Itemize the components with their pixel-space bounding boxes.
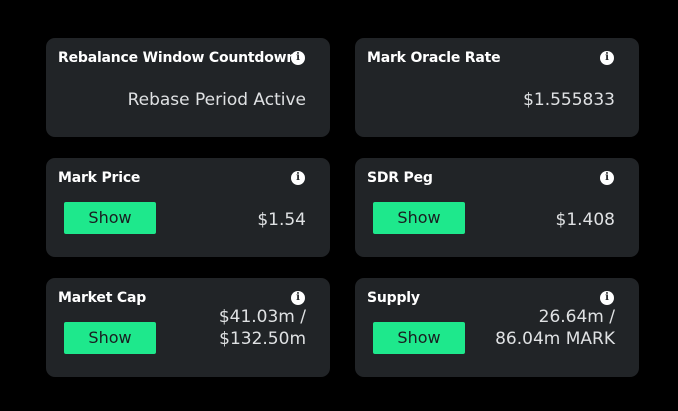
- info-icon[interactable]: i: [600, 51, 614, 65]
- card-value-line: $41.03m /: [218, 307, 306, 327]
- card-title: Mark Price: [58, 170, 141, 186]
- info-icon[interactable]: i: [291, 291, 305, 305]
- show-button[interactable]: Show: [64, 202, 156, 234]
- info-icon[interactable]: i: [600, 291, 614, 305]
- card-market-cap: Market Cap i Show $41.03m / $132.50m: [46, 278, 330, 377]
- card-value-line: 86.04m MARK: [495, 329, 615, 349]
- card-value-line: $132.50m: [219, 329, 306, 349]
- card-title: Supply: [367, 290, 420, 306]
- info-icon[interactable]: i: [291, 51, 305, 65]
- show-button[interactable]: Show: [373, 322, 465, 354]
- card-mark-price: Mark Price i Show $1.54: [46, 158, 330, 257]
- card-value: 26.64m / 86.04m MARK: [495, 306, 615, 350]
- card-value-line: $1.54: [257, 210, 306, 230]
- card-value: $1.54: [257, 209, 306, 231]
- card-value-line: $1.555833: [523, 90, 615, 110]
- card-title: SDR Peg: [367, 170, 433, 186]
- card-value-line: 26.64m /: [538, 307, 615, 327]
- card-value: $1.408: [556, 209, 615, 231]
- card-mark-oracle-rate: Mark Oracle Rate i $1.555833: [355, 38, 639, 137]
- card-title: Market Cap: [58, 290, 147, 306]
- card-sdr-peg: SDR Peg i Show $1.408: [355, 158, 639, 257]
- card-supply: Supply i Show 26.64m / 86.04m MARK: [355, 278, 639, 377]
- card-title: Mark Oracle Rate: [367, 50, 501, 66]
- show-button[interactable]: Show: [373, 202, 465, 234]
- card-value-line: Rebase Period Active: [127, 90, 306, 110]
- card-value: $1.555833: [523, 89, 615, 111]
- info-icon[interactable]: i: [291, 171, 305, 185]
- card-rebalance-window-countdown: Rebalance Window Countdown i Rebase Peri…: [46, 38, 330, 137]
- card-value: $41.03m / $132.50m: [219, 306, 306, 350]
- card-value-line: $1.408: [555, 210, 615, 230]
- info-icon[interactable]: i: [600, 171, 614, 185]
- card-title: Rebalance Window Countdown: [58, 50, 297, 66]
- card-value: Rebase Period Active: [128, 89, 306, 111]
- show-button[interactable]: Show: [64, 322, 156, 354]
